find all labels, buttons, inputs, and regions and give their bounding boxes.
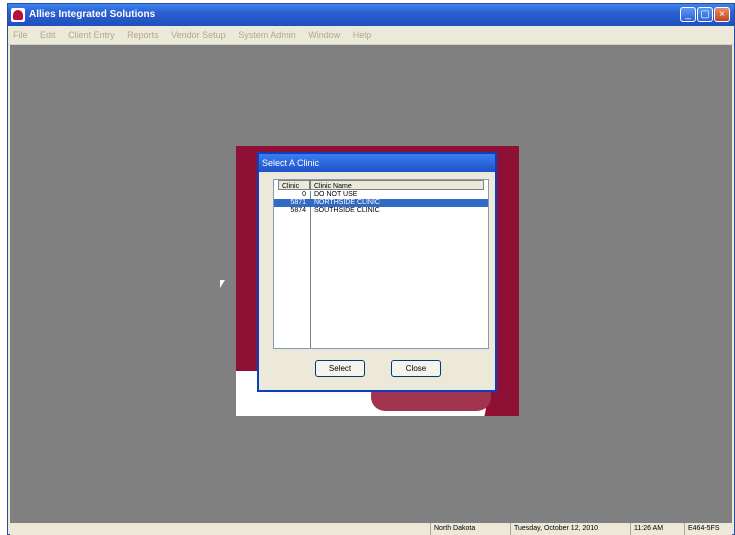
menu-reports[interactable]: Reports [122, 26, 164, 44]
menu-window[interactable]: Window [303, 26, 345, 44]
status-code: E464-5FS [684, 523, 732, 535]
app-logo-icon [11, 8, 25, 22]
menu-edit[interactable]: Edit [35, 26, 61, 44]
clinic-name: NORTHSIDE CLINIC [314, 199, 380, 206]
clinic-id: 5874 [290, 207, 306, 214]
maximize-icon[interactable]: ▢ [697, 7, 713, 22]
menu-vendor-setup[interactable]: Vendor Setup [166, 26, 231, 44]
title-bar[interactable]: Allies Integrated Solutions _ ▢ × [8, 4, 734, 26]
dialog-title[interactable]: Select A Clinic [259, 154, 495, 172]
menu-file[interactable]: File [8, 26, 33, 44]
clinic-id: 0 [302, 191, 306, 198]
list-header: Clinic Clinic Name [274, 180, 488, 191]
close-icon[interactable]: × [714, 7, 730, 22]
status-time: 11:26 AM [630, 523, 684, 535]
window-title: Allies Integrated Solutions [29, 9, 156, 20]
menu-help[interactable]: Help [348, 26, 377, 44]
minimize-icon[interactable]: _ [680, 7, 696, 22]
clinic-name: SOUTHSIDE CLINIC [314, 207, 380, 214]
close-button[interactable]: Close [391, 360, 441, 377]
status-date: Tuesday, October 12, 2010 [510, 523, 630, 535]
clinic-name: DO NOT USE [314, 191, 358, 198]
status-state: North Dakota [430, 523, 510, 535]
select-clinic-dialog: Select A Clinic Clinic Clinic Name 0 DO … [257, 152, 497, 392]
mouse-cursor-icon [220, 280, 225, 288]
column-header-clinic[interactable]: Clinic [278, 180, 310, 190]
list-item-selected[interactable]: 5871 NORTHSIDE CLINIC [274, 199, 488, 207]
menu-client-entry[interactable]: Client Entry [63, 26, 120, 44]
clinic-id: 5871 [290, 199, 306, 206]
menu-system-admin[interactable]: System Admin [233, 26, 301, 44]
select-button[interactable]: Select [315, 360, 365, 377]
status-bar: North Dakota Tuesday, October 12, 2010 1… [10, 523, 732, 535]
clinic-list[interactable]: Clinic Clinic Name 0 DO NOT USE 5871 NOR… [273, 179, 489, 349]
list-item[interactable]: 5874 SOUTHSIDE CLINIC [274, 207, 488, 215]
column-header-clinic-name[interactable]: Clinic Name [310, 180, 484, 190]
menu-bar: File Edit Client Entry Reports Vendor Se… [8, 26, 734, 45]
list-item[interactable]: 0 DO NOT USE [274, 191, 488, 199]
